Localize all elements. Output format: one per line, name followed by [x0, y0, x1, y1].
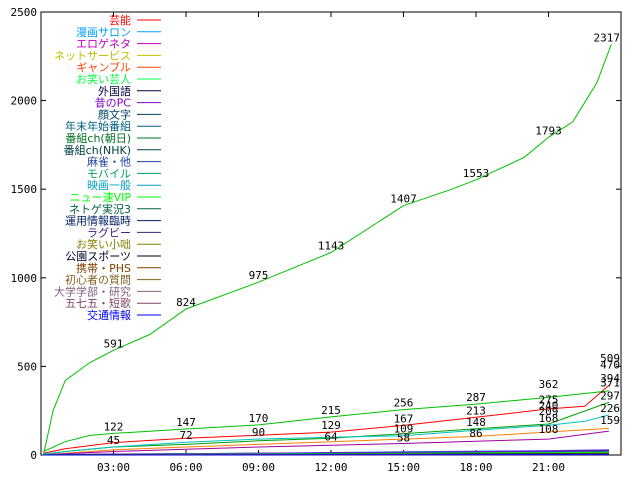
y-tick-label: 2000 [11, 95, 38, 108]
data-label: 170 [249, 412, 269, 425]
data-label: 287 [466, 391, 486, 404]
data-label: 1143 [318, 239, 345, 252]
data-label: 108 [539, 423, 559, 436]
y-tick-label: 1500 [11, 183, 38, 196]
data-label: 256 [394, 397, 414, 410]
data-label: 72 [179, 429, 192, 442]
x-tick-label: 21:00 [532, 461, 565, 474]
data-label: 1553 [463, 167, 490, 180]
data-label: 470 [600, 359, 620, 372]
y-tick-label: 500 [17, 360, 37, 373]
data-label: 824 [176, 296, 196, 309]
data-labels: 591 824 975 1143 1407 1553 1793 2317 122 147 170 21… [104, 31, 621, 447]
data-label: 215 [321, 404, 341, 417]
data-label: 86 [469, 427, 482, 440]
legend: 芸能漫画サロンエロゲネタネットサービスギャンブルお笑い芸人外国語昔のPC顔文字年… [54, 13, 161, 322]
data-label: 2317 [594, 31, 621, 44]
data-label: 45 [107, 434, 120, 447]
data-label: 147 [176, 416, 196, 429]
x-tick-label: 18:00 [459, 461, 492, 474]
y-tick-label: 1000 [11, 272, 38, 285]
data-label: 591 [104, 337, 124, 350]
data-label: 975 [249, 269, 269, 282]
x-tick-label: 12:00 [314, 461, 347, 474]
data-label: 362 [539, 378, 559, 391]
data-label: 371 [600, 376, 620, 389]
x-tick-label: 06:00 [169, 461, 202, 474]
line-chart: 0 500 1000 1500 2000 2500 03:00 06:00 09:00 12:0… [11, 6, 622, 474]
data-label: 297 [600, 389, 620, 402]
data-label: 1407 [390, 193, 417, 206]
x-tick-label: 15:00 [387, 461, 420, 474]
data-label: 64 [324, 431, 338, 444]
data-label: 159 [600, 414, 620, 427]
data-label: 122 [104, 420, 124, 433]
data-label: 1793 [535, 124, 562, 137]
x-tick-label: 09:00 [242, 461, 275, 474]
y-tick-label: 0 [30, 449, 37, 462]
y-tick-label: 2500 [11, 6, 38, 19]
legend-label: 交通情報 [87, 308, 131, 322]
x-tick-label: 03:00 [97, 461, 130, 474]
data-label: 209 [539, 405, 559, 418]
data-label: 90 [252, 426, 265, 439]
data-label: 58 [397, 432, 410, 445]
